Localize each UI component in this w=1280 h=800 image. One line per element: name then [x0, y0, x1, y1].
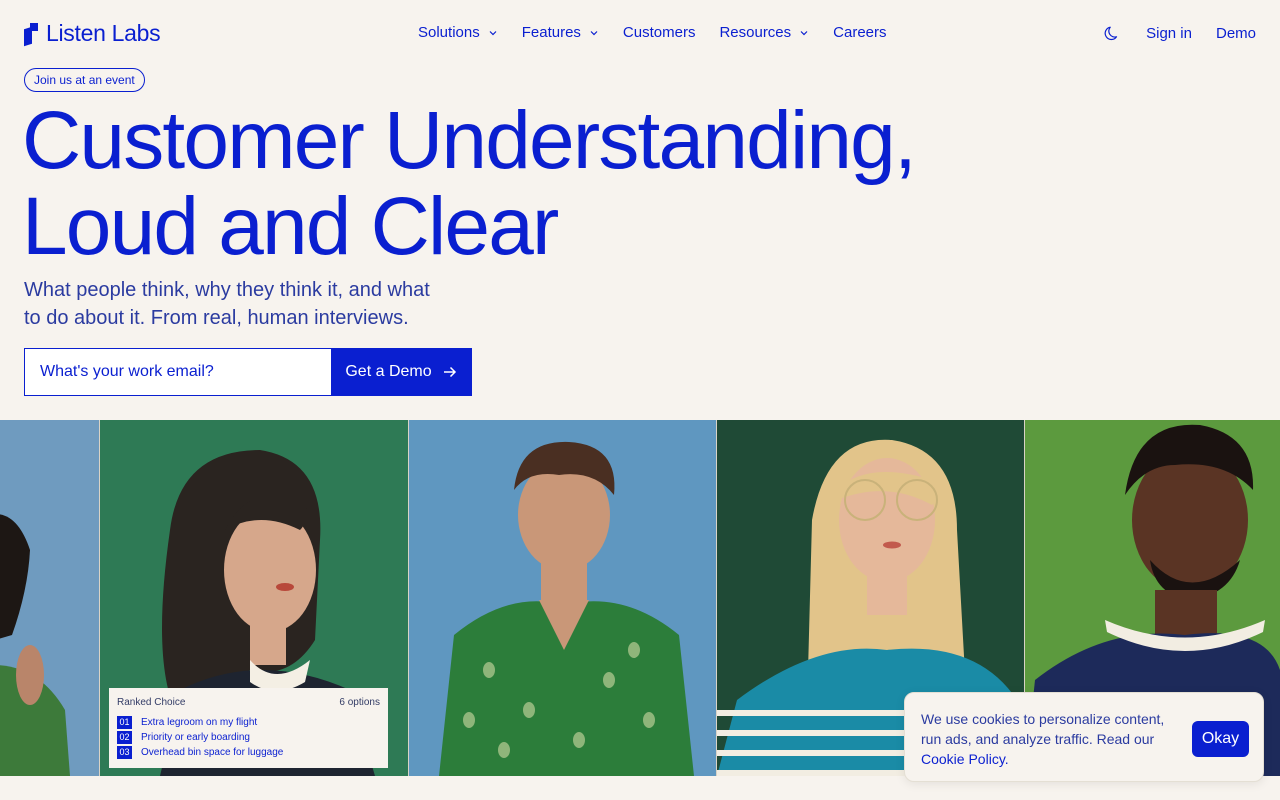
- chevron-down-icon: [590, 30, 598, 35]
- logo-icon: [24, 22, 40, 46]
- get-demo-button[interactable]: Get a Demo: [331, 348, 472, 396]
- sign-in-link[interactable]: Sign in: [1146, 25, 1192, 42]
- nav-careers[interactable]: Careers: [833, 24, 886, 41]
- chevron-down-icon: [800, 30, 808, 35]
- nav-customers[interactable]: Customers: [623, 24, 696, 41]
- demo-form: Get a Demo: [24, 348, 472, 396]
- rank-label: Extra legroom on my flight: [141, 717, 258, 728]
- rank-number: 02: [117, 731, 132, 744]
- rank-number: 03: [117, 746, 132, 759]
- rank-label: Priority or early boarding: [141, 732, 250, 743]
- ranked-choice-item: 03 Overhead bin space for luggage: [117, 745, 380, 760]
- person-portrait-image: [0, 514, 70, 776]
- ranked-choice-item: 01 Extra legroom on my flight: [117, 715, 380, 730]
- rank-number: 01: [117, 716, 132, 729]
- moon-icon[interactable]: [1104, 24, 1122, 42]
- cookie-okay-button[interactable]: Okay: [1192, 721, 1249, 757]
- nav-features[interactable]: Features: [522, 24, 599, 41]
- primary-nav: Solutions Features Customers Resources C…: [418, 24, 887, 41]
- ranked-choice-count: 6 options: [339, 697, 380, 708]
- email-field[interactable]: [24, 348, 331, 396]
- top-nav: Listen Labs Solutions Features Customers…: [0, 0, 1280, 68]
- brand-name: Listen Labs: [46, 20, 161, 46]
- arrow-right-icon: [443, 366, 456, 378]
- rank-label: Overhead bin space for luggage: [141, 747, 284, 758]
- cookie-banner: We use cookies to personalize content, r…: [904, 692, 1264, 782]
- ranked-choice-item: 02 Priority or early boarding: [117, 730, 380, 745]
- nav-solutions[interactable]: Solutions: [418, 24, 498, 41]
- cookie-text: We use cookies to personalize content, r…: [921, 711, 1165, 767]
- portrait-photo: [409, 420, 716, 776]
- brand-logo[interactable]: Listen Labs: [24, 20, 161, 47]
- chevron-down-icon: [489, 30, 497, 35]
- ranked-choice-header: Ranked Choice 6 options: [117, 697, 380, 708]
- portrait-photo: [0, 420, 99, 776]
- hero-headline: Customer Understanding, Loud and Clear: [22, 95, 917, 272]
- ranked-choice-title: Ranked Choice: [117, 697, 186, 708]
- event-pill[interactable]: Join us at an event: [24, 68, 145, 92]
- demo-link[interactable]: Demo: [1216, 25, 1256, 42]
- hero-subhead: What people think, why they think it, an…: [24, 279, 430, 329]
- young-man-portrait-image: [439, 441, 694, 776]
- nav-actions: Sign in Demo: [1104, 24, 1256, 42]
- cookie-policy-link[interactable]: Cookie Policy.: [921, 751, 1009, 767]
- nav-resources[interactable]: Resources: [719, 24, 809, 41]
- ranked-choice-card: Ranked Choice 6 options 01 Extra legroom…: [109, 688, 388, 768]
